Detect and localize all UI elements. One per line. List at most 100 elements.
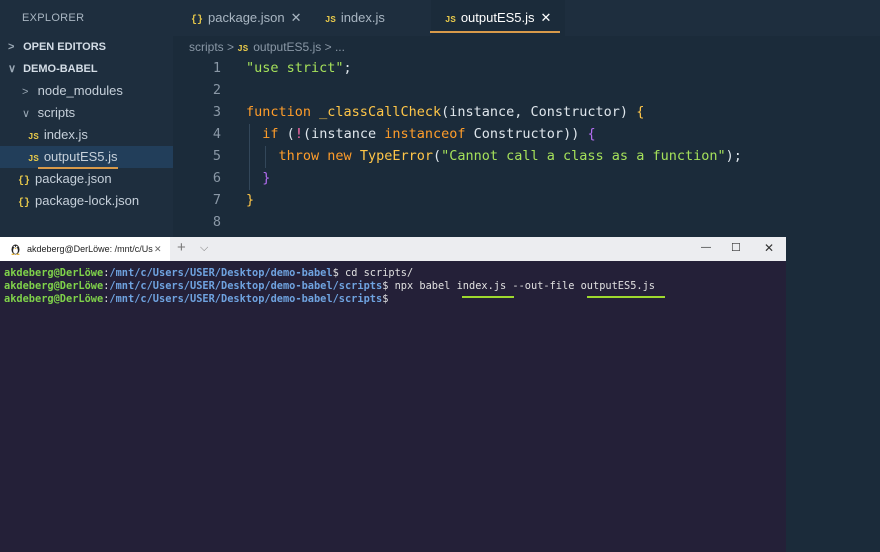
chevron-right-icon: > xyxy=(22,86,29,98)
terminal-window: akdeberg@DerLöwe: /mnt/c/Us ✕ + ⌵ — ☐ ✕ … xyxy=(0,237,786,552)
line-number: 7 xyxy=(212,192,221,208)
code-line-3: function _classCallCheck(instance, Const… xyxy=(246,104,644,120)
close-icon[interactable]: ✕ xyxy=(541,10,552,25)
line-number: 5 xyxy=(212,148,221,164)
breadcrumb-more[interactable]: ... xyxy=(335,40,345,54)
paren-token: ( xyxy=(286,126,295,142)
tree-item-scripts[interactable]: ∨ scripts xyxy=(0,102,173,124)
annotation-underline xyxy=(430,31,560,33)
tree-item-label: package-lock.json xyxy=(35,193,140,208)
code-token: (instance xyxy=(302,126,385,142)
breadcrumb-file[interactable]: outputES5.js xyxy=(253,40,321,54)
brace-token: { xyxy=(636,104,645,120)
tab-label: package.json xyxy=(208,10,285,25)
close-icon[interactable]: ✕ xyxy=(154,237,162,261)
paren-token: ) xyxy=(619,104,629,120)
editor-tabs: {} package.json ✕ JS index.js JS outputES5.j… xyxy=(173,0,880,36)
class-name-token: TypeError xyxy=(359,148,433,164)
command-text: cd scripts/ xyxy=(338,267,414,279)
new-tab-button[interactable]: + xyxy=(177,239,186,256)
brace-token: } xyxy=(262,170,271,186)
punct-token: ; xyxy=(343,60,352,76)
breadcrumb-separator: > xyxy=(227,40,235,54)
line-number: 1 xyxy=(212,60,221,76)
code-line-5: throw new TypeError("Cannot call a class… xyxy=(246,148,742,164)
punct-token: ); xyxy=(725,148,742,164)
linux-penguin-icon xyxy=(11,244,20,255)
line-number: 2 xyxy=(212,82,221,98)
line-number: 8 xyxy=(212,214,221,230)
tree-item-label: package.json xyxy=(35,171,112,186)
close-window-button[interactable]: ✕ xyxy=(764,241,774,255)
project-section[interactable]: ∨ DEMO-BABEL xyxy=(0,58,173,80)
breadcrumb-separator: > xyxy=(324,40,332,54)
tree-item-label: node_modules xyxy=(37,83,123,98)
code-editor[interactable]: 1 2 3 4 5 6 7 8 "use strict"; function _… xyxy=(173,58,880,240)
chevron-down-icon: ∨ xyxy=(8,63,17,75)
json-file-icon: {} xyxy=(191,15,204,26)
function-name-token: _classCallCheck xyxy=(319,104,442,120)
js-file-icon: JS xyxy=(28,132,39,142)
tab-label: outputES5.js xyxy=(460,10,535,25)
code-line-4: if (!(instance instanceof Constructor)) … xyxy=(246,126,596,142)
brace-token: { xyxy=(587,126,596,142)
prompt-user: akdeberg@DerLöwe xyxy=(4,267,104,279)
breadcrumb-folder[interactable]: scripts xyxy=(189,40,224,54)
editor-background xyxy=(786,237,880,552)
command-text: --out-file xyxy=(506,280,581,292)
tree-item-label: index.js xyxy=(43,127,88,142)
tree-item-package-lock-json[interactable]: {} package-lock.json xyxy=(0,190,173,212)
annotation-underline xyxy=(462,296,514,298)
prompt-user: akdeberg@DerLöwe xyxy=(4,293,104,305)
keyword-token: if xyxy=(262,126,279,142)
brace-token: } xyxy=(246,192,255,208)
code-token: Constructor xyxy=(465,126,564,142)
js-file-icon: JS xyxy=(325,15,336,25)
tree-item-label: outputES5.js xyxy=(43,149,118,164)
code-line-6: } xyxy=(246,170,270,186)
json-file-icon: {} xyxy=(18,198,31,209)
prompt-symbol: $ xyxy=(382,293,389,305)
paren-token: ( xyxy=(432,148,442,164)
command-input-file: index.js xyxy=(456,280,507,292)
maximize-button[interactable]: ☐ xyxy=(731,241,741,254)
tree-item-index-js[interactable]: JS index.js xyxy=(0,124,173,146)
tree-item-node-modules[interactable]: > node_modules xyxy=(0,80,173,102)
code-line-1: "use strict"; xyxy=(246,60,352,76)
dropdown-icon[interactable]: ⌵ xyxy=(200,242,208,255)
tab-package-json[interactable]: {} package.json ✕ xyxy=(187,0,306,36)
terminal-line-2: akdeberg@DerLöwe:/mnt/c/Users/USER/Deskt… xyxy=(4,280,782,293)
tree-item-package-json[interactable]: {} package.json xyxy=(0,168,173,190)
project-label: DEMO-BABEL xyxy=(23,63,98,75)
prompt-path: /mnt/c/Users/USER/Desktop/demo-babel/scr… xyxy=(109,280,383,292)
keyword-token: throw xyxy=(278,148,320,164)
tree-item-output-es5-js[interactable]: JS outputES5.js xyxy=(0,146,173,169)
params-token: instance, Constructor xyxy=(449,104,620,120)
paren-token: ( xyxy=(441,104,450,120)
code-line-7: } xyxy=(246,192,254,208)
open-editors-section[interactable]: > OPEN EDITORS xyxy=(0,36,173,58)
operator-token: ! xyxy=(294,126,303,142)
terminal-output[interactable]: akdeberg@DerLöwe:/mnt/c/Users/USER/Deskt… xyxy=(0,261,786,552)
string-token: "Cannot call a class as a function" xyxy=(441,148,726,164)
terminal-tab[interactable]: akdeberg@DerLöwe: /mnt/c/Us ✕ xyxy=(0,237,170,261)
keyword-token: function xyxy=(246,104,312,120)
terminal-line-3: akdeberg@DerLöwe:/mnt/c/Users/USER/Deskt… xyxy=(4,293,782,306)
terminal-line-1: akdeberg@DerLöwe:/mnt/c/Users/USER/Deskt… xyxy=(4,267,782,280)
command-output-file: outputES5.js xyxy=(580,280,656,292)
annotation-underline xyxy=(587,296,665,298)
close-icon[interactable]: ✕ xyxy=(291,10,302,25)
explorer-sidebar: EXPLORER > OPEN EDITORS ∨ DEMO-BABEL > n… xyxy=(0,0,173,240)
terminal-tab-title: akdeberg@DerLöwe: /mnt/c/Us xyxy=(27,244,153,254)
line-number: 6 xyxy=(212,170,221,186)
open-editors-label: OPEN EDITORS xyxy=(23,41,106,53)
minimize-button[interactable]: — xyxy=(701,242,711,253)
command-text: npx babel xyxy=(388,280,457,292)
line-number: 4 xyxy=(212,126,221,142)
tab-index-js[interactable]: JS index.js xyxy=(321,0,389,36)
keyword-token: new xyxy=(327,148,352,164)
terminal-titlebar: akdeberg@DerLöwe: /mnt/c/Us ✕ + ⌵ — ☐ ✕ xyxy=(0,237,786,261)
chevron-down-icon: ∨ xyxy=(22,108,31,120)
breadcrumb: scripts > JS outputES5.js > ... xyxy=(173,36,880,58)
paren-token: )) xyxy=(563,126,580,142)
